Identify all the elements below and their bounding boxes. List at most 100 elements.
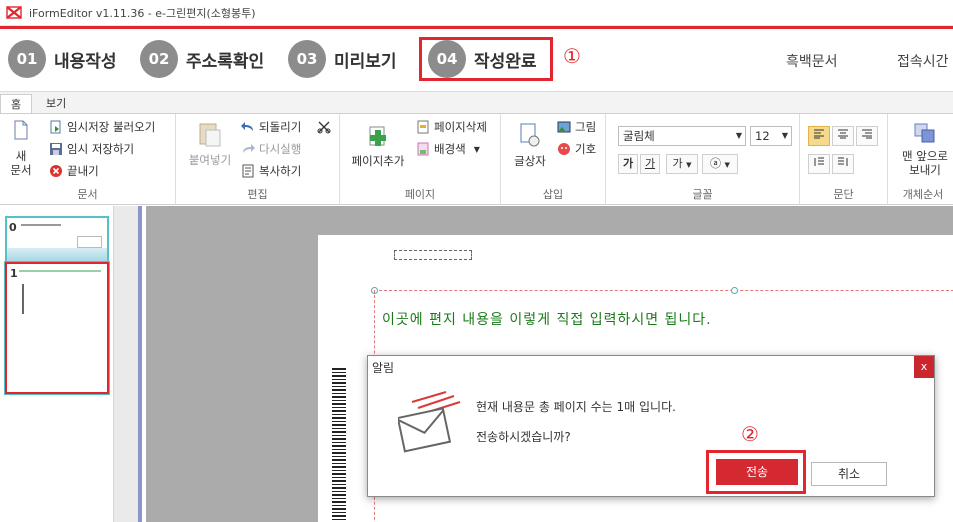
bg-color-button[interactable]: 배경색 ▼ <box>415 141 480 157</box>
char-more-button[interactable]: ⓐ ▼ <box>702 154 738 174</box>
step-number: 02 <box>140 40 178 78</box>
cut-button[interactable] <box>316 119 335 134</box>
step-2[interactable]: 02 주소록확인 <box>140 40 264 78</box>
step-label: 주소록확인 <box>186 51 265 72</box>
dialog-close-button[interactable]: x <box>914 356 934 378</box>
align-center-button[interactable] <box>832 126 854 146</box>
header-field[interactable] <box>394 250 472 260</box>
align-right-button[interactable] <box>856 126 878 146</box>
bg-color-dropdown-icon: ▼ <box>473 144 480 154</box>
line-spacing-icon <box>813 157 825 170</box>
step-number: 03 <box>288 40 326 78</box>
symbol-button[interactable]: 기호 <box>556 141 596 157</box>
delete-page-button[interactable]: 페이지삭제 <box>415 119 487 135</box>
char-style-button[interactable]: 가 ▼ <box>666 154 698 174</box>
bg-color-label: 배경색 <box>434 142 466 156</box>
step-1[interactable]: 01 내용작성 <box>8 40 117 78</box>
redo-button[interactable]: 다시실행 <box>240 141 301 157</box>
title-bar: iFormEditor v1.11.36 - e-그린편지(소형봉투) <box>0 0 953 26</box>
delete-page-label: 페이지삭제 <box>434 120 487 134</box>
bold-button[interactable]: 가 <box>618 154 638 174</box>
group-page: 페이지추가 페이지삭제 배경색 ▼ 페이지 <box>340 114 501 205</box>
mail-send-icon <box>396 390 468 454</box>
splitter-bar <box>138 206 142 522</box>
group-document: 새 문서 임시저장 불러오기 임시 저장하기 끝내기 문서 <box>0 114 176 205</box>
add-page-button[interactable]: 페이지추가 <box>346 124 410 168</box>
undo-button[interactable]: 되돌리기 <box>240 119 301 135</box>
group-insert: 글상자 그림 기호 삽입 <box>501 114 606 205</box>
paste-label: 붙여넣기 <box>188 153 232 167</box>
step-label: 미리보기 <box>334 51 397 72</box>
exit-icon <box>48 164 63 179</box>
add-page-icon <box>367 124 389 151</box>
group-label-paragraph: 문단 <box>833 188 854 201</box>
resize-handle[interactable] <box>731 287 738 294</box>
text-frame-border <box>374 290 953 291</box>
dialog-title: 알림 <box>372 361 395 375</box>
steps-bar: 01 내용작성 02 주소록확인 03 미리보기 04 작성완료 ① 흑백문서 … <box>0 29 953 91</box>
thumbnail-panel: 0 1 <box>0 206 114 522</box>
font-family-select[interactable]: 굴림체 ▼ <box>618 126 746 146</box>
bring-front-icon <box>913 122 937 147</box>
step-3[interactable]: 03 미리보기 <box>288 40 397 78</box>
image-label: 그림 <box>575 120 597 134</box>
font-family-value: 굴림체 <box>623 129 655 143</box>
thumbnail-number: 0 <box>9 221 17 234</box>
tab-view[interactable]: 보기 <box>36 94 76 114</box>
symbol-label: 기호 <box>575 142 597 156</box>
ribbon-tabs: 홈 보기 <box>0 91 953 114</box>
access-time-link[interactable]: 접속시간 <box>897 51 949 71</box>
save-temp-button[interactable]: 임시 저장하기 <box>48 141 134 157</box>
annotation-2: ② <box>741 422 759 446</box>
font-size-dropdown-icon: ▼ <box>781 131 788 140</box>
thumbnail-number: 1 <box>10 267 18 280</box>
save-icon <box>48 142 63 157</box>
barcode <box>332 368 346 522</box>
bw-doc-link[interactable]: 흑백문서 <box>786 51 838 71</box>
placeholder-text[interactable]: 이곳에 편지 내용을 이렇게 직접 입력하시면 됩니다. <box>382 309 712 329</box>
step-4-highlight <box>419 37 553 81</box>
load-temp-button[interactable]: 임시저장 불러오기 <box>48 119 155 135</box>
copy-label: 복사하기 <box>259 164 302 178</box>
exit-button[interactable]: 끝내기 <box>48 163 99 179</box>
redo-label: 다시실행 <box>259 142 302 156</box>
char-more-dropdown-icon: ▼ <box>724 161 730 169</box>
thumbnail-page-0[interactable]: 0 <box>5 216 109 263</box>
align-center-icon <box>837 129 849 142</box>
copy-button[interactable]: 복사하기 <box>240 163 301 179</box>
align-right-icon <box>861 129 873 142</box>
thumbnail-barcode <box>22 284 24 314</box>
line-spacing-button[interactable] <box>808 154 830 174</box>
textbox-label: 글상자 <box>514 154 546 168</box>
thumbnail-box <box>77 236 102 248</box>
paste-icon <box>198 120 222 151</box>
cancel-button[interactable]: 취소 <box>811 462 887 486</box>
tab-home[interactable]: 홈 <box>0 94 33 114</box>
textbox-icon <box>518 122 542 151</box>
copy-icon <box>240 164 255 179</box>
paste-button[interactable]: 붙여넣기 <box>186 120 234 167</box>
thumbnail-page-1[interactable]: 1 <box>4 261 110 395</box>
new-doc-button[interactable]: 새 문서 <box>7 120 35 177</box>
align-left-button[interactable] <box>808 126 830 146</box>
group-label-page: 페이지 <box>404 188 436 201</box>
dialog-message-confirm: 전송하시겠습니까? <box>476 430 571 444</box>
char-more-label: ⓐ <box>710 157 722 170</box>
send-button-highlight <box>706 450 806 494</box>
underline-button[interactable]: 가 <box>640 154 660 174</box>
panel-splitter[interactable] <box>114 206 142 522</box>
app-logo-icon <box>5 6 23 20</box>
group-arrange: 맨 앞으로 보내기 개체순서 <box>888 114 953 205</box>
group-font: 굴림체 ▼ 12 ▼ 가 가 가 ▼ ⓐ ▼ 글꼴 <box>606 114 800 205</box>
annotation-1: ① <box>563 44 581 68</box>
font-size-select[interactable]: 12 ▼ <box>750 126 792 146</box>
exit-label: 끝내기 <box>67 164 99 178</box>
thumbnail-line <box>19 270 101 272</box>
bring-front-button[interactable]: 맨 앞으로 보내기 <box>892 122 953 177</box>
scissors-icon <box>316 119 331 134</box>
textbox-button[interactable]: 글상자 <box>511 122 549 168</box>
para-spacing-button[interactable] <box>832 154 854 174</box>
image-button[interactable]: 그림 <box>556 119 596 135</box>
font-size-value: 12 <box>755 129 770 143</box>
group-label-arrange: 개체순서 <box>902 188 944 201</box>
